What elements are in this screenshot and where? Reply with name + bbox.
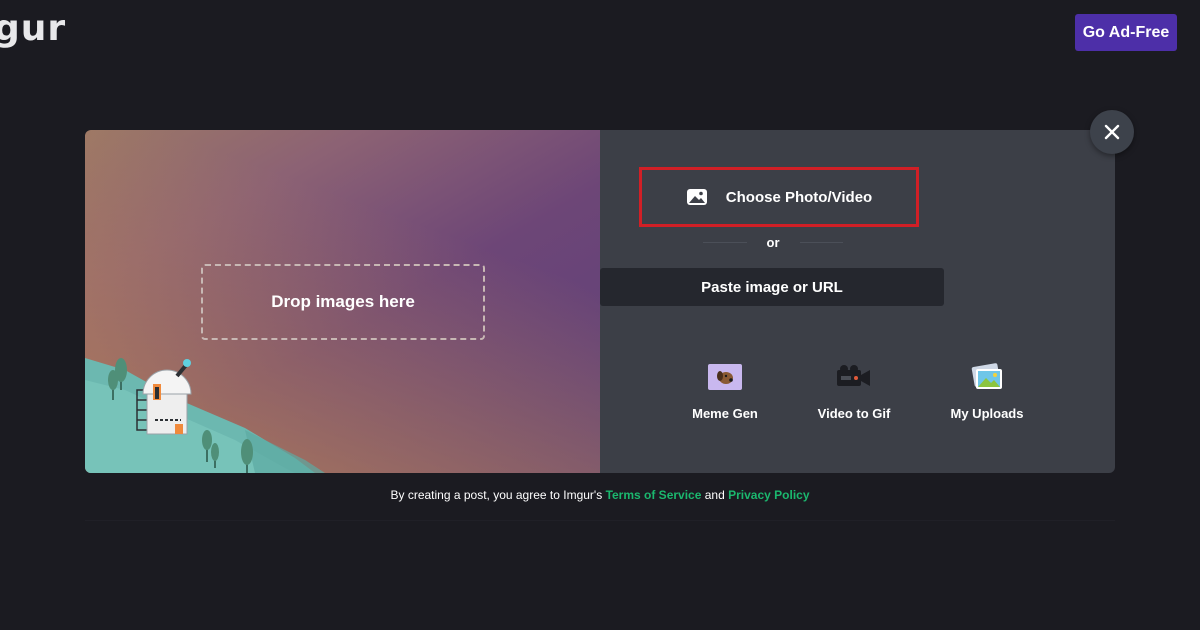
drop-area[interactable]: Drop images here bbox=[85, 130, 600, 473]
observatory-illustration-icon bbox=[85, 358, 325, 473]
terms-prefix: By creating a post, you agree to Imgur's bbox=[390, 488, 603, 502]
paste-image-url-button[interactable]: Paste image or URL bbox=[600, 268, 944, 306]
imgur-logo[interactable]: gur bbox=[0, 8, 66, 49]
image-icon bbox=[686, 189, 707, 205]
photos-icon bbox=[969, 362, 1005, 392]
choose-photo-video-button[interactable]: Choose Photo/Video bbox=[639, 167, 919, 227]
choose-photo-video-label: Choose Photo/Video bbox=[725, 188, 873, 206]
my-uploads-button[interactable]: My Uploads bbox=[932, 362, 1042, 426]
drop-zone[interactable]: Drop images here bbox=[201, 264, 485, 340]
terms-of-service-link[interactable]: Terms of Service bbox=[606, 488, 702, 502]
video-to-gif-button[interactable]: Video to Gif bbox=[799, 362, 909, 426]
go-ad-free-button[interactable]: Go Ad-Free bbox=[1075, 14, 1177, 51]
meme-gen-label: Meme Gen bbox=[692, 406, 758, 421]
meme-gen-icon bbox=[707, 362, 743, 392]
close-modal-button[interactable] bbox=[1090, 110, 1134, 154]
close-icon bbox=[1104, 124, 1120, 140]
or-divider: or bbox=[703, 234, 843, 250]
divider-line bbox=[703, 241, 747, 243]
my-uploads-label: My Uploads bbox=[950, 406, 1024, 421]
meme-gen-button[interactable]: Meme Gen bbox=[670, 362, 780, 426]
video-camera-icon bbox=[835, 362, 873, 392]
or-text: or bbox=[766, 234, 780, 250]
privacy-policy-link[interactable]: Privacy Policy bbox=[728, 488, 809, 502]
footer-divider bbox=[85, 520, 1115, 521]
video-to-gif-label: Video to Gif bbox=[817, 406, 891, 421]
terms-and-text: and bbox=[704, 488, 725, 502]
terms-notice: By creating a post, you agree to Imgur's… bbox=[0, 488, 1200, 502]
divider-line bbox=[799, 241, 843, 243]
